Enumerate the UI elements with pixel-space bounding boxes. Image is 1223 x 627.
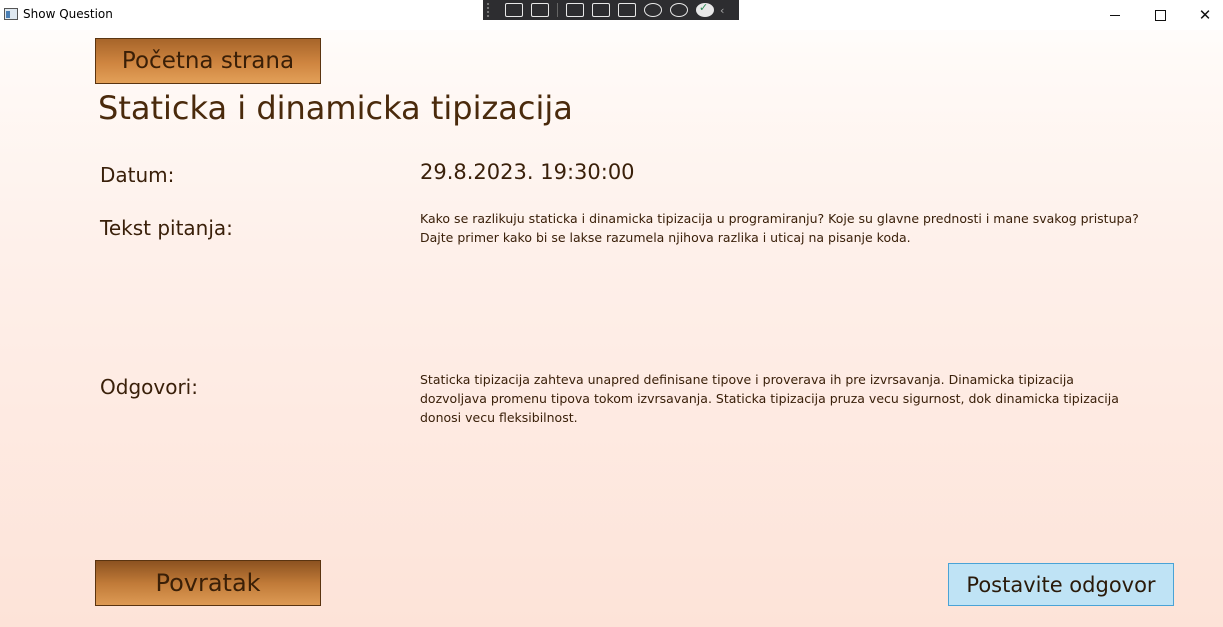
date-value: 29.8.2023. 19:30:00 [420,160,635,184]
date-label: Datum: [100,163,175,187]
app-icon [4,8,18,20]
minimize-icon [1110,14,1120,16]
answers-label: Odgovori: [100,375,198,399]
maximize-icon [1154,9,1166,21]
select-visual-icon[interactable] [505,3,523,17]
answer-text: Staticka tipizacija zahteva unapred defi… [420,372,1119,425]
toolbar-grip-icon[interactable] [487,3,497,17]
window-title: Show Question [23,7,113,21]
page-title: Staticka i dinamicka tipizacija [98,89,573,127]
collapse-chevron-icon[interactable]: ‹ [720,4,724,17]
close-icon: ✕ [1198,6,1212,24]
select-element-icon[interactable] [566,3,584,17]
layout-adorner-icon[interactable] [592,3,610,17]
question-text: Kako se razlikuju staticka i dinamicka t… [420,211,1139,245]
close-button[interactable]: ✕ [1182,0,1223,30]
go-to-live-tree-icon[interactable] [531,3,549,17]
check-icon[interactable] [696,1,714,17]
maximize-button[interactable] [1137,0,1183,30]
minimize-button[interactable] [1092,0,1138,30]
track-focus-icon[interactable] [618,3,636,17]
toolbar-separator [557,3,558,17]
back-button[interactable]: Povratak [95,560,321,606]
accessibility-icon[interactable] [670,3,688,17]
home-button[interactable]: Početna strana [95,38,321,84]
post-answer-button[interactable]: Postavite odgovor [948,563,1174,606]
wpf-debug-toolbar: ‹ [483,0,739,20]
question-text-label: Tekst pitanja: [100,216,233,240]
binding-failures-icon[interactable] [644,3,662,17]
